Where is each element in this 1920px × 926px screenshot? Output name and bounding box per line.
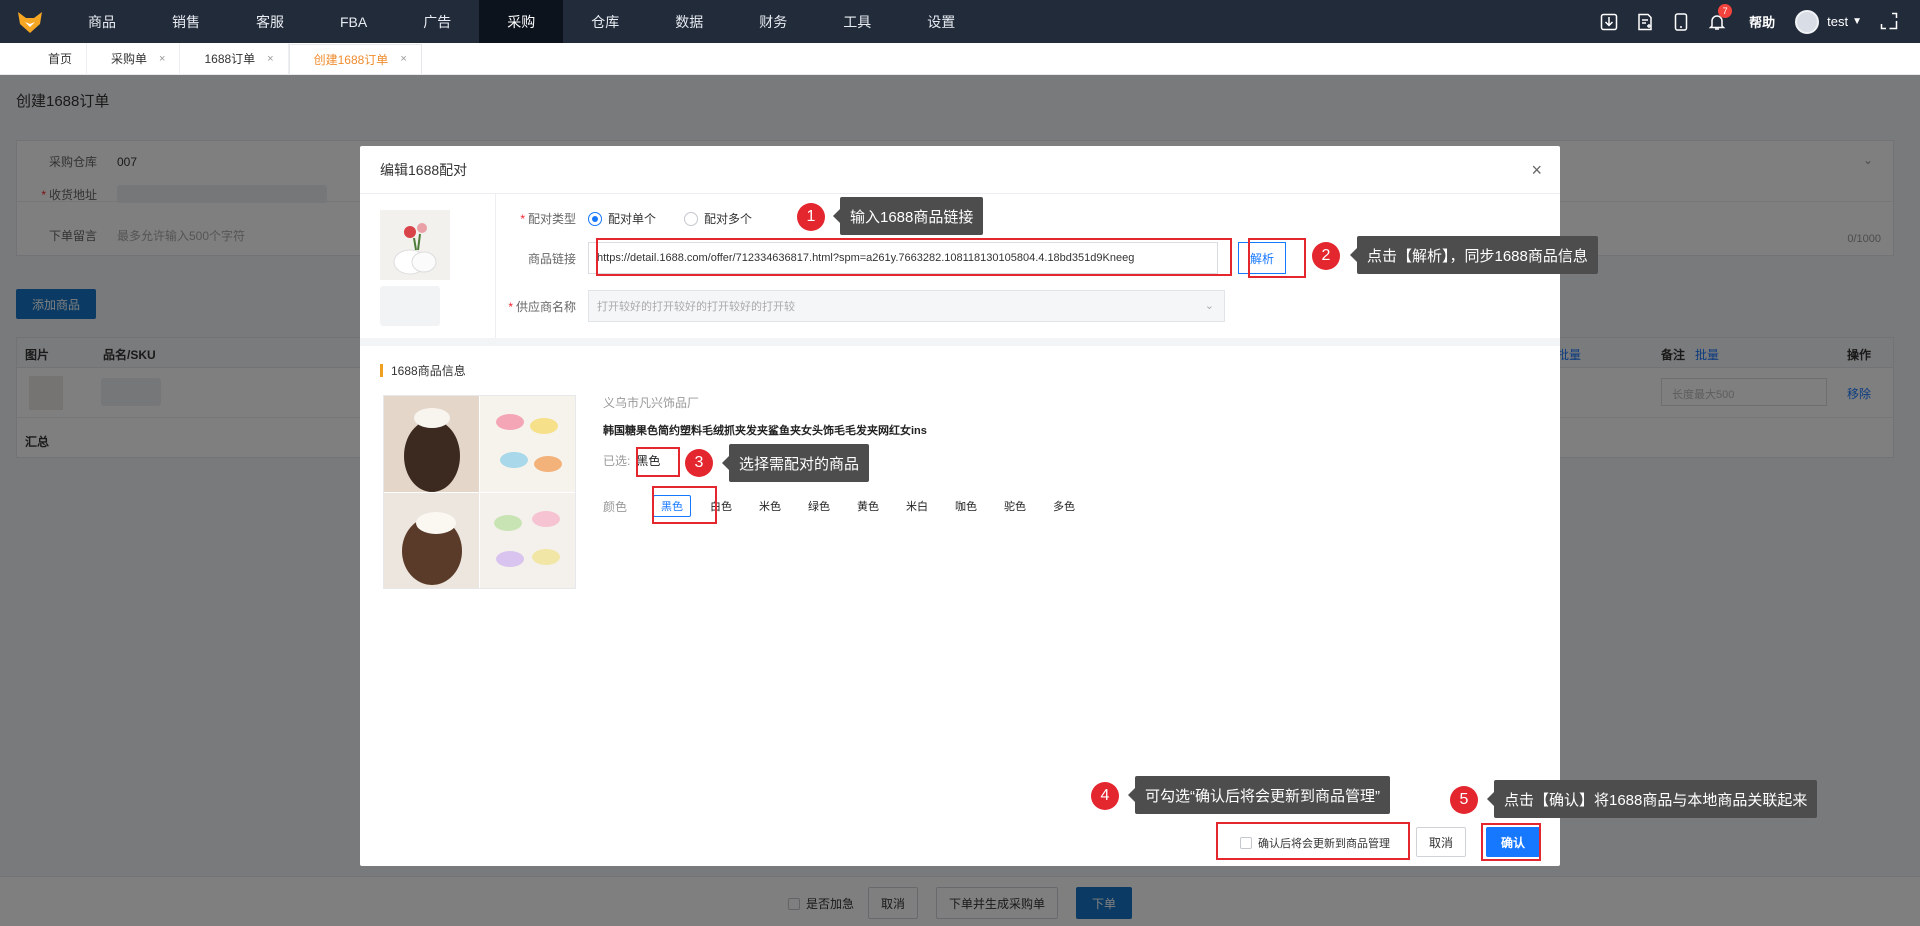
section-divider	[360, 338, 1560, 346]
highlight-link-input	[596, 238, 1232, 276]
1688-product-image	[383, 395, 576, 589]
highlight-selected-value	[636, 447, 680, 477]
tab-create-1688-order[interactable]: 创建1688订单 ×	[288, 43, 422, 74]
info-section-title: 1688商品信息	[380, 362, 466, 379]
color-chip-green[interactable]: 绿色	[800, 495, 838, 517]
modal-header: 编辑1688配对 ×	[360, 146, 1560, 194]
nav-item-purchase[interactable]: 采购	[479, 0, 564, 43]
fullscreen-icon[interactable]	[1880, 12, 1898, 33]
close-icon[interactable]: ×	[400, 53, 406, 65]
nav-item-sales[interactable]: 销售	[144, 0, 228, 43]
pair-type-label: 配对类型	[527, 212, 576, 226]
app-logo[interactable]	[0, 0, 60, 43]
tab-home[interactable]: 首页	[24, 42, 88, 75]
close-icon[interactable]: ×	[159, 53, 165, 65]
nav-item-ads[interactable]: 广告	[395, 0, 479, 43]
close-icon[interactable]: ×	[1531, 160, 1542, 181]
user-menu[interactable]: test ▼	[1795, 9, 1862, 34]
notification-badge: 7	[1718, 4, 1733, 18]
pair-type-row: * 配对类型 配对单个 配对多个	[520, 210, 753, 227]
tab-label: 首页	[48, 52, 73, 66]
step-1-marker: 1	[797, 203, 825, 231]
nav-item-tools[interactable]: 工具	[815, 0, 899, 43]
image-tile	[384, 396, 479, 492]
modal-cancel-button[interactable]: 取消	[1416, 827, 1466, 857]
close-icon[interactable]: ×	[267, 53, 273, 65]
color-chip-beige[interactable]: 米色	[751, 495, 789, 517]
tab-label: 1688订单	[204, 52, 256, 66]
color-chip-camel[interactable]: 驼色	[996, 495, 1034, 517]
image-tile	[480, 492, 575, 588]
radio-pair-single[interactable]: 配对单个	[588, 210, 656, 227]
highlight-confirm-button	[1481, 823, 1541, 861]
mobile-icon[interactable]	[1663, 0, 1699, 43]
radio-checked-icon	[588, 211, 602, 226]
image-tile	[384, 492, 479, 588]
product-name: 韩国糖果色简约塑料毛绒抓夹发夹鲨鱼夹女头饰毛毛发夹网红女ins	[603, 425, 927, 437]
step-2-tooltip: 点击【解析】，同步1688商品信息	[1350, 236, 1598, 274]
step-1-tooltip: 输入1688商品链接	[832, 197, 984, 235]
radio-unchecked-icon	[684, 211, 699, 226]
image-tile	[480, 396, 575, 492]
document-add-icon[interactable]	[1627, 0, 1663, 43]
chevron-down-icon: ▼	[1852, 16, 1862, 27]
step-5-marker: 5	[1450, 786, 1478, 814]
factory-name: 义乌市凡兴饰品厂	[603, 396, 700, 410]
step-3-marker: 3	[685, 449, 713, 477]
supplier-label: 供应商名称	[515, 299, 576, 314]
local-product-column	[360, 194, 496, 338]
username: test	[1827, 14, 1849, 29]
local-product-image	[380, 210, 450, 280]
highlight-color-chip	[652, 486, 717, 524]
step-4-marker: 4	[1091, 782, 1119, 810]
radio-label: 配对多个	[704, 212, 753, 226]
nav-item-service[interactable]: 客服	[228, 0, 312, 43]
supplier-row: * 供应商名称 打开较好的打开较好的打开较好的打开较 ⌄	[496, 290, 1225, 322]
link-label: 商品链接	[527, 251, 576, 266]
step-5-tooltip: 点击【确认】将1688商品与本地商品关联起来	[1486, 780, 1818, 818]
fox-logo-icon	[18, 11, 42, 33]
avatar	[1795, 9, 1820, 34]
color-chip-offwhite[interactable]: 米白	[898, 495, 936, 517]
highlight-parse-button	[1248, 238, 1306, 278]
radio-label: 配对单个	[608, 212, 657, 226]
nav-item-warehouse[interactable]: 仓库	[563, 0, 647, 43]
chevron-down-icon: ⌄	[1204, 300, 1214, 312]
top-navbar: 商品 销售 客服 FBA 广告 采购 仓库 数据 财务 工具 设置 7 帮助 t…	[0, 0, 1920, 43]
selected-label: 已选:	[603, 454, 631, 468]
nav-item-data[interactable]: 数据	[647, 0, 731, 43]
tab-label: 采购单	[111, 52, 148, 66]
nav-item-goods[interactable]: 商品	[60, 0, 144, 43]
color-chip-multi[interactable]: 多色	[1045, 495, 1083, 517]
notification-bell-icon[interactable]: 7	[1699, 0, 1735, 43]
tab-label: 创建1688订单	[313, 52, 389, 67]
tab-purchase-order[interactable]: 采购单 ×	[87, 42, 181, 75]
step-4-tooltip: 可勾选“确认后将会更新到商品管理”	[1128, 776, 1390, 814]
step-3-tooltip: 选择需配对的商品	[721, 444, 870, 482]
local-product-name	[380, 286, 440, 326]
help-link[interactable]: 帮助	[1749, 12, 1775, 31]
radio-pair-multiple[interactable]: 配对多个	[684, 210, 752, 227]
highlight-update-checkbox	[1216, 822, 1410, 860]
color-chip-coffee[interactable]: 咖色	[947, 495, 985, 517]
nav-item-finance[interactable]: 财务	[731, 0, 815, 43]
supplier-select[interactable]: 打开较好的打开较好的打开较好的打开较 ⌄	[588, 290, 1225, 322]
tab-1688-order[interactable]: 1688订单 ×	[180, 42, 289, 75]
step-2-marker: 2	[1312, 242, 1340, 270]
nav-item-fba[interactable]: FBA	[312, 0, 395, 43]
color-chip-yellow[interactable]: 黄色	[849, 495, 887, 517]
supplier-placeholder: 打开较好的打开较好的打开较好的打开较	[597, 301, 795, 313]
section-title-text: 1688商品信息	[391, 364, 466, 378]
modal-title: 编辑1688配对	[380, 161, 468, 178]
tab-bar: 首页 采购单 × 1688订单 × 创建1688订单 ×	[0, 42, 1920, 75]
color-label: 颜色	[603, 499, 628, 514]
download-icon[interactable]	[1591, 0, 1627, 43]
nav-item-settings[interactable]: 设置	[899, 0, 983, 43]
